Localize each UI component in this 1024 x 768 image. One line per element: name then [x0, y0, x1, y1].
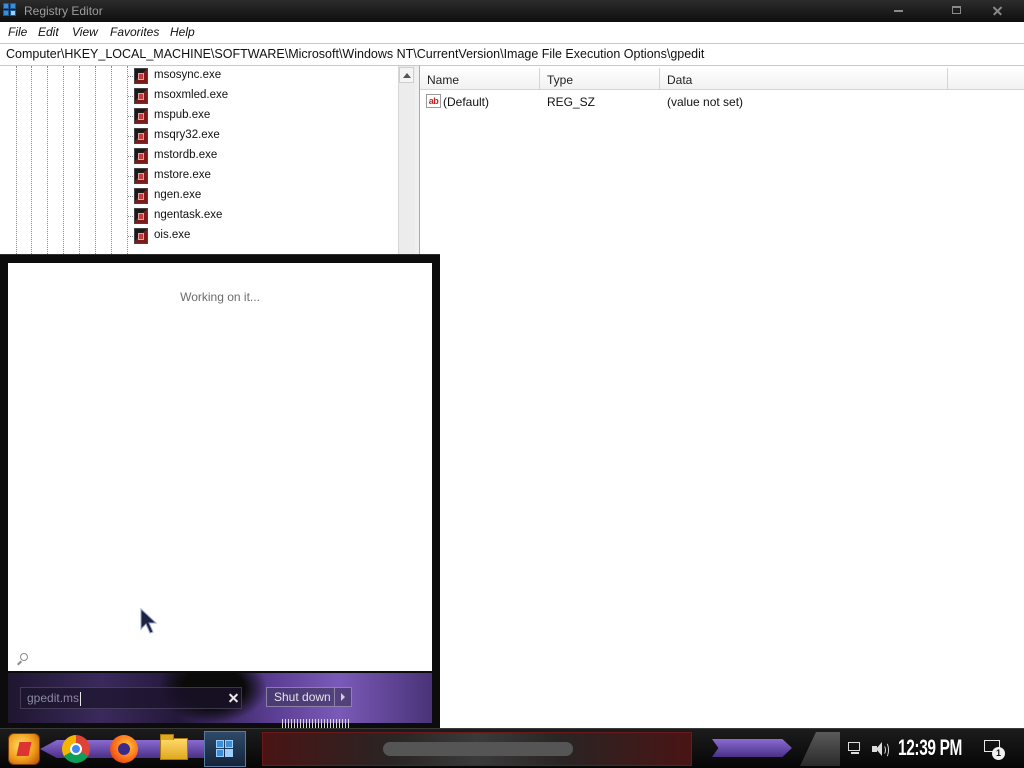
tree-connector [128, 176, 133, 177]
registry-key-icon [134, 228, 148, 244]
tree-connector [128, 96, 133, 97]
tree-item[interactable]: mstordb.exe [0, 146, 398, 166]
registry-key-icon [134, 208, 148, 224]
menu-file[interactable]: File [8, 25, 27, 39]
registry-key-icon [134, 88, 148, 104]
taskbar-skin-decoration [712, 739, 792, 757]
shut-down-button[interactable]: Shut down [266, 687, 352, 707]
search-status-text: Working on it... [180, 290, 260, 304]
taskbar-wallpaper-decoration [262, 732, 692, 766]
tree-item[interactable]: ngen.exe [0, 186, 398, 206]
value-data: (value not set) [667, 95, 744, 109]
tree-item-label: msoxmled.exe [154, 89, 229, 101]
taskbar-skin-decoration [800, 732, 840, 766]
tree-connector [128, 136, 133, 137]
registry-editor-icon [3, 3, 19, 19]
search-input[interactable]: gpedit.ms [20, 687, 242, 709]
tree-item-label: ois.exe [154, 229, 191, 241]
value-name: (Default) [443, 95, 490, 109]
registry-key-icon [134, 128, 148, 144]
tree-connector [128, 236, 133, 237]
tree-item-label: mstordb.exe [154, 149, 218, 161]
shut-down-label: Shut down [274, 690, 331, 704]
tree-connector [128, 156, 133, 157]
menu-edit[interactable]: Edit [38, 25, 59, 39]
tree-item-label: ngentask.exe [154, 209, 223, 221]
close-button[interactable] [981, 1, 1015, 20]
maximize-icon [952, 6, 961, 14]
registry-key-icon [134, 68, 148, 84]
tree-item[interactable]: ngentask.exe [0, 206, 398, 226]
action-center-icon[interactable]: 1 [984, 740, 1005, 760]
registry-editor-taskbar-button[interactable] [204, 731, 246, 767]
maximize-button[interactable] [940, 1, 974, 20]
column-header-name[interactable]: Name [420, 68, 540, 90]
start-orb-icon[interactable] [8, 733, 40, 765]
chevron-right-icon [341, 693, 345, 701]
minimize-icon [894, 10, 903, 12]
tree-item[interactable]: mstore.exe [0, 166, 398, 186]
window-title: Registry Editor [24, 4, 103, 18]
menu-help[interactable]: Help [170, 25, 195, 39]
address-bar[interactable]: Computer\HKEY_LOCAL_MACHINE\SOFTWARE\Mic… [0, 43, 1024, 66]
decorative-stripes [282, 719, 350, 728]
shut-down-options-button[interactable] [334, 688, 351, 706]
start-menu: Working on it... gpedit.ms Shut down [0, 254, 440, 728]
notification-count-badge: 1 [992, 747, 1005, 760]
file-explorer-icon[interactable] [160, 734, 188, 760]
network-icon[interactable] [848, 742, 864, 756]
tree-item[interactable]: msqry32.exe [0, 126, 398, 146]
mouse-cursor-icon [140, 608, 158, 634]
registry-key-icon [134, 188, 148, 204]
tree-item-label: msqry32.exe [154, 129, 220, 141]
value-row[interactable]: ab (Default) REG_SZ (value not set) [420, 92, 1024, 112]
tree-item[interactable]: mspub.exe [0, 106, 398, 126]
string-value-icon: ab [426, 94, 441, 108]
start-menu-results-panel: Working on it... [8, 263, 432, 671]
minimize-button[interactable] [882, 1, 916, 20]
column-header-type[interactable]: Type [540, 68, 660, 90]
tree-item[interactable]: ois.exe [0, 226, 398, 246]
column-header-filler [948, 68, 1024, 90]
tree-connector [128, 116, 133, 117]
start-menu-footer: gpedit.ms Shut down [8, 673, 432, 723]
column-header-data[interactable]: Data [660, 68, 948, 90]
registry-key-icon [134, 168, 148, 184]
taskbar-clock[interactable]: 12:39 PM [898, 735, 962, 761]
tree-connector [128, 216, 133, 217]
tree-item-label: msosync.exe [154, 69, 222, 81]
registry-key-icon [134, 148, 148, 164]
scroll-up-button[interactable] [399, 67, 414, 83]
value-type: REG_SZ [547, 95, 596, 109]
address-path[interactable]: Computer\HKEY_LOCAL_MACHINE\SOFTWARE\Mic… [6, 47, 704, 61]
registry-key-icon [134, 108, 148, 124]
search-icon [16, 653, 30, 667]
text-caret [80, 692, 81, 706]
tree-connector [128, 76, 133, 77]
tree-item-label: mstore.exe [154, 169, 211, 181]
clear-search-button[interactable] [227, 691, 241, 705]
values-list[interactable]: Name Type Data ab (Default) REG_SZ (valu… [420, 66, 1024, 728]
menu-view[interactable]: View [72, 25, 98, 39]
firefox-icon[interactable] [110, 735, 138, 763]
tree-item-label: ngen.exe [154, 189, 202, 201]
tree-item[interactable]: msoxmled.exe [0, 86, 398, 106]
tree-item[interactable]: msosync.exe [0, 66, 398, 86]
taskbar: 12:39 PM 1 [0, 728, 1024, 768]
title-bar[interactable]: Registry Editor [0, 0, 1024, 22]
tree-item-label: mspub.exe [154, 109, 211, 121]
chevron-up-icon [403, 73, 411, 78]
menu-favorites[interactable]: Favorites [110, 25, 159, 39]
volume-icon[interactable] [872, 742, 889, 758]
chrome-icon[interactable] [62, 735, 90, 763]
search-input-value: gpedit.ms [27, 691, 80, 705]
menu-bar: File Edit View Favorites Help [0, 22, 1024, 43]
tree-connector [128, 196, 133, 197]
